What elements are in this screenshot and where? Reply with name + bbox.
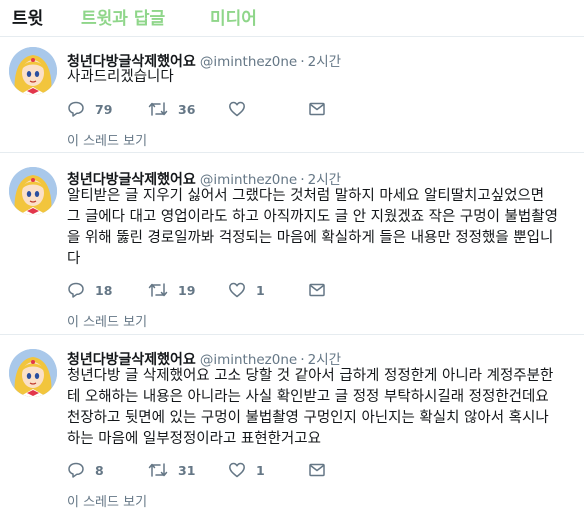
tweet-text-line: 을 위해 뚫린 경로일까봐 걱정되는 마음에 확실하게 들은 내용만 정정했을 … (67, 230, 554, 246)
view-thread-link[interactable]: 이 스레드 보기 (67, 130, 147, 149)
retweet-count: 31 (178, 462, 196, 478)
heart-icon (229, 282, 245, 298)
envelope-icon (309, 283, 325, 297)
reply-icon (68, 462, 84, 478)
like-button[interactable]: 1 (228, 460, 265, 480)
tab-tweets[interactable]: 트윗 (12, 4, 43, 29)
avatar[interactable] (9, 167, 57, 215)
tweet-text: 사과드리겠습니다 (67, 67, 575, 88)
reply-icon (68, 282, 84, 298)
like-count: 1 (256, 462, 265, 478)
avatar[interactable] (9, 349, 57, 397)
tweet-text-line: 그 글에다 대고 영업이라도 하고 아직까지도 글 안 지웠겠죠 작은 구멍이 … (67, 209, 558, 225)
tab-tweets-and-replies[interactable]: 트윗과 답글 (81, 4, 165, 29)
reply-count: 18 (95, 282, 113, 298)
tweet-actions: 79 36 (67, 99, 367, 119)
tweet-3[interactable]: 청년다방글삭제했어요 @iminthez0ne · 2시간 청년다방 글 삭제했어요 … (0, 335, 584, 518)
avatar-image (9, 167, 57, 215)
tweet-text-line: 사과드리겠습니다 (67, 69, 174, 85)
avatar-image (9, 349, 57, 397)
view-thread-link[interactable]: 이 스레드 보기 (67, 491, 147, 510)
reply-count: 8 (95, 462, 104, 478)
view-thread-link[interactable]: 이 스레드 보기 (67, 311, 147, 330)
profile-tabs: 트윗 트윗과 답글 미디어 (0, 0, 584, 36)
reply-button[interactable]: 18 (67, 280, 112, 300)
retweet-button[interactable]: 36 (148, 99, 195, 119)
like-count: 1 (256, 282, 265, 298)
reply-icon (68, 101, 84, 117)
tweet-2[interactable]: 청년다방글삭제했어요 @iminthez0ne · 2시간 알티받은 글 지우기 싫어… (0, 153, 584, 334)
reply-count: 79 (95, 101, 113, 117)
heart-icon (229, 462, 245, 478)
like-button[interactable] (228, 99, 256, 119)
like-button[interactable]: 1 (228, 280, 265, 300)
tweet-text-line: 하는 마음에 일부정정이라고 표현한거고요 (67, 431, 321, 447)
retweet-button[interactable]: 19 (148, 280, 195, 300)
reply-button[interactable]: 79 (67, 99, 112, 119)
tweet-1[interactable]: 청년다방글삭제했어요 @iminthez0ne · 2시간 사과드리겠습니다 79 3… (0, 37, 584, 152)
avatar-image (9, 47, 57, 95)
tweet-text: 청년다방 글 삭제했어요 고소 당할 것 같아서 급하게 정정한게 아니라 계정… (67, 366, 575, 450)
reply-button[interactable]: 8 (67, 460, 104, 480)
tweet-text-line: 테 오해하는 내용은 아니라는 사실 확인받고 글 정정 부탁하시길래 정정한건… (67, 389, 549, 405)
tweet-text-line: 천장하고 뒷면에 있는 구멍이 불법촬영 구멍인지 아닌지는 확실치 않아서 혹… (67, 410, 549, 426)
message-button[interactable] (308, 460, 326, 480)
tweet-actions: 8 31 1 (67, 460, 367, 480)
envelope-icon (309, 463, 325, 477)
heart-icon (229, 101, 245, 117)
tweet-text-line: 다 (67, 251, 81, 267)
tab-media[interactable]: 미디어 (210, 4, 257, 29)
message-button[interactable] (308, 99, 326, 119)
retweet-icon (148, 283, 168, 297)
retweet-count: 19 (178, 282, 196, 298)
avatar[interactable] (9, 47, 57, 95)
tweet-text-line: 청년다방 글 삭제했어요 고소 당할 것 같아서 급하게 정정한게 아니라 계정… (67, 368, 554, 384)
tweet-text-line: 알티받은 글 지우기 싫어서 그랬다는 것처럼 말하지 마세요 알티딸치고싶었으… (67, 188, 545, 204)
tweet-actions: 18 19 1 (67, 280, 367, 300)
retweet-icon (148, 463, 168, 477)
retweet-count: 36 (178, 101, 196, 117)
tweet-text: 알티받은 글 지우기 싫어서 그랬다는 것처럼 말하지 마세요 알티딸치고싶었으… (67, 186, 575, 270)
retweet-button[interactable]: 31 (148, 460, 195, 480)
message-button[interactable] (308, 280, 326, 300)
envelope-icon (309, 102, 325, 116)
retweet-icon (148, 102, 168, 116)
